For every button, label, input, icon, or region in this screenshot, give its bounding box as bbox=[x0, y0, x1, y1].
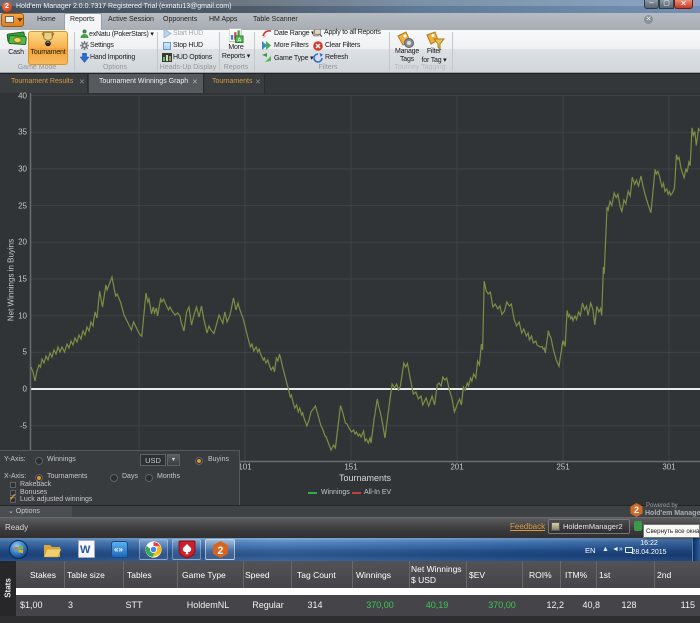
svg-text:2: 2 bbox=[634, 505, 639, 515]
svg-text:2: 2 bbox=[218, 545, 224, 557]
svg-text:A: A bbox=[237, 38, 241, 43]
